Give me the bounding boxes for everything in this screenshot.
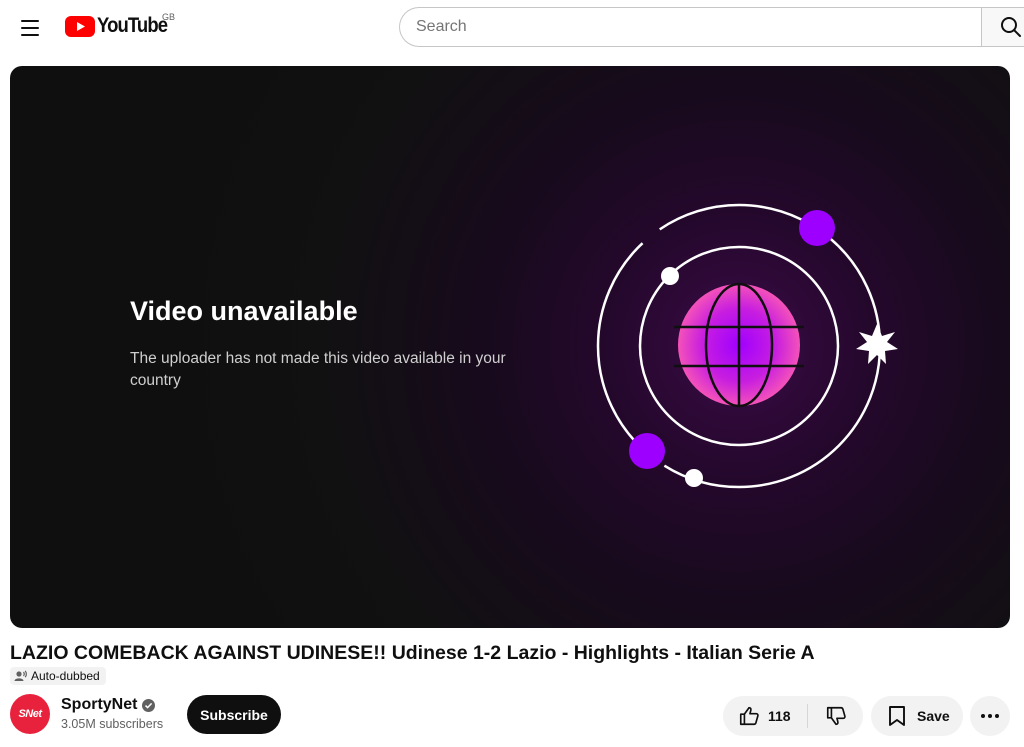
voice-dub-icon: [14, 670, 27, 681]
logo-text: YouTube: [97, 14, 168, 37]
bookmark-icon: [889, 706, 905, 726]
error-title: Video unavailable: [130, 296, 358, 326]
country-code: GB: [162, 12, 176, 22]
more-dot-icon: [981, 714, 985, 718]
error-message: The uploader has not made this video ava…: [130, 350, 506, 389]
more-actions-button[interactable]: [970, 696, 1010, 736]
auto-dubbed-badge: Auto-dubbed: [10, 667, 106, 685]
masthead: YouTube GB: [0, 0, 1024, 56]
search-icon: [1001, 17, 1021, 37]
like-count: 118: [768, 708, 791, 724]
subscribe-button[interactable]: Subscribe: [187, 695, 281, 734]
save-label: Save: [917, 708, 950, 724]
verified-check-icon: [142, 698, 156, 712]
search-input[interactable]: [400, 8, 982, 46]
search-box: [399, 7, 982, 47]
like-button[interactable]: 118: [723, 704, 808, 728]
channel-name: SportyNet: [61, 696, 138, 713]
more-dot-icon: [995, 714, 999, 718]
thumbs-down-icon: [826, 706, 846, 726]
save-button[interactable]: Save: [871, 696, 963, 736]
youtube-play-icon: [65, 15, 95, 37]
dislike-button[interactable]: [808, 696, 863, 736]
more-dot-icon: [988, 714, 992, 718]
subscriber-count: 3.05M subscribers: [61, 717, 164, 731]
youtube-logo[interactable]: YouTube: [65, 14, 177, 38]
video-title: LAZIO COMEBACK AGAINST UDINESE!! Udinese…: [10, 642, 815, 664]
thumbs-up-icon: [739, 706, 759, 726]
channel-avatar[interactable]: SNet: [10, 694, 50, 734]
like-dislike-group: 118: [723, 696, 863, 736]
search-button[interactable]: [981, 7, 1024, 47]
video-player[interactable]: Video unavailable The uploader has not m…: [10, 66, 1010, 628]
channel-name-link[interactable]: SportyNet: [61, 696, 156, 714]
auto-dubbed-label: Auto-dubbed: [31, 669, 100, 683]
globe-illustration: [596, 203, 898, 489]
avatar-text: SNet: [18, 708, 42, 720]
hamburger-menu-icon[interactable]: [14, 12, 46, 44]
